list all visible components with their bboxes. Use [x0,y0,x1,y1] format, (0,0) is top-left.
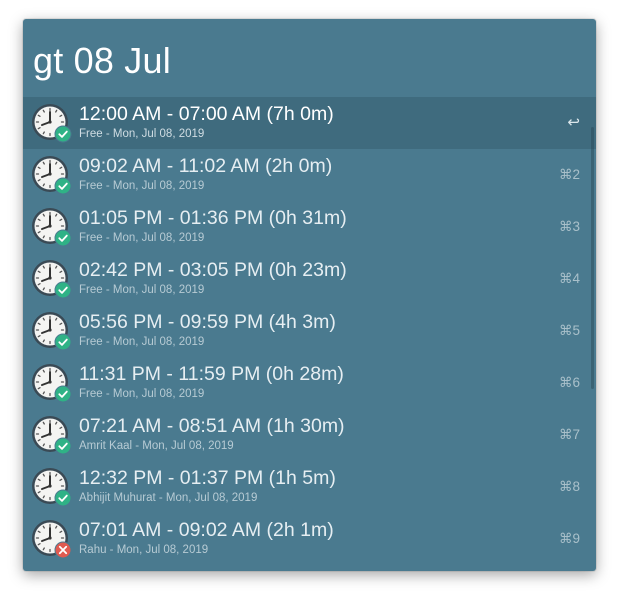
result-title: 11:31 PM - 11:59 PM (0h 28m) [79,363,344,385]
scrollbar[interactable] [591,127,594,389]
results-list: 12:00 AM - 07:00 AM (7h 0m) Free - Mon, … [23,97,596,565]
checkmark-badge-icon [54,333,72,351]
result-title: 07:01 AM - 09:02 AM (2h 1m) [79,519,334,541]
result-row[interactable]: 12:00 AM - 07:00 AM (7h 0m) Free - Mon, … [23,97,596,149]
keyboard-shortcut: ↩ [567,114,580,131]
result-subtitle: Free - Mon, Jul 08, 2019 [79,284,205,296]
result-title: 07:21 AM - 08:51 AM (1h 30m) [79,415,345,437]
checkmark-badge-icon [54,437,72,455]
result-subtitle: Rahu - Mon, Jul 08, 2019 [79,544,209,556]
result-subtitle: Free - Mon, Jul 08, 2019 [79,232,205,244]
result-subtitle: Free - Mon, Jul 08, 2019 [79,336,205,348]
result-title: 01:05 PM - 01:36 PM (0h 31m) [79,207,347,229]
keyboard-shortcut: ⌘4 [558,271,580,286]
result-subtitle: Abhijit Muhurat - Mon, Jul 08, 2019 [79,492,258,504]
launcher-window: gt 08 Jul 12:00 AM - 07:00 AM (7h 0m) Fr… [23,19,596,571]
result-subtitle: Free - Mon, Jul 08, 2019 [79,128,205,140]
result-subtitle: Free - Mon, Jul 08, 2019 [79,388,205,400]
result-row[interactable]: 09:02 AM - 11:02 AM (2h 0m) Free - Mon, … [23,149,596,201]
checkmark-badge-icon [54,489,72,507]
keyboard-shortcut: ⌘7 [558,427,580,442]
result-title: 12:32 PM - 01:37 PM (1h 5m) [79,467,336,489]
result-title: 09:02 AM - 11:02 AM (2h 0m) [79,155,333,177]
keyboard-shortcut: ⌘5 [558,323,580,338]
result-row[interactable]: 07:01 AM - 09:02 AM (2h 1m) Rahu - Mon, … [23,513,596,565]
result-title: 05:56 PM - 09:59 PM (4h 3m) [79,311,336,333]
result-row[interactable]: 02:42 PM - 03:05 PM (0h 23m) Free - Mon,… [23,253,596,305]
keyboard-shortcut: ⌘3 [558,219,580,234]
keyboard-shortcut: ⌘2 [558,167,580,182]
checkmark-badge-icon [54,385,72,403]
result-row[interactable]: 11:31 PM - 11:59 PM (0h 28m) Free - Mon,… [23,357,596,409]
keyboard-shortcut: ⌘8 [558,479,580,494]
result-row[interactable]: 05:56 PM - 09:59 PM (4h 3m) Free - Mon, … [23,305,596,357]
result-title: 02:42 PM - 03:05 PM (0h 23m) [79,259,347,281]
result-subtitle: Free - Mon, Jul 08, 2019 [79,180,205,192]
result-subtitle: Amrit Kaal - Mon, Jul 08, 2019 [79,440,234,452]
checkmark-badge-icon [54,177,72,195]
result-row[interactable]: 07:21 AM - 08:51 AM (1h 30m) Amrit Kaal … [23,409,596,461]
result-title: 12:00 AM - 07:00 AM (7h 0m) [79,103,334,125]
keyboard-shortcut: ⌘9 [558,531,580,546]
search-query-input[interactable]: gt 08 Jul [33,39,171,83]
result-row[interactable]: 01:05 PM - 01:36 PM (0h 31m) Free - Mon,… [23,201,596,253]
error-badge-icon [54,541,72,559]
checkmark-badge-icon [54,229,72,247]
checkmark-badge-icon [54,125,72,143]
keyboard-shortcut: ⌘6 [558,375,580,390]
checkmark-badge-icon [54,281,72,299]
result-row[interactable]: 12:32 PM - 01:37 PM (1h 5m) Abhijit Muhu… [23,461,596,513]
